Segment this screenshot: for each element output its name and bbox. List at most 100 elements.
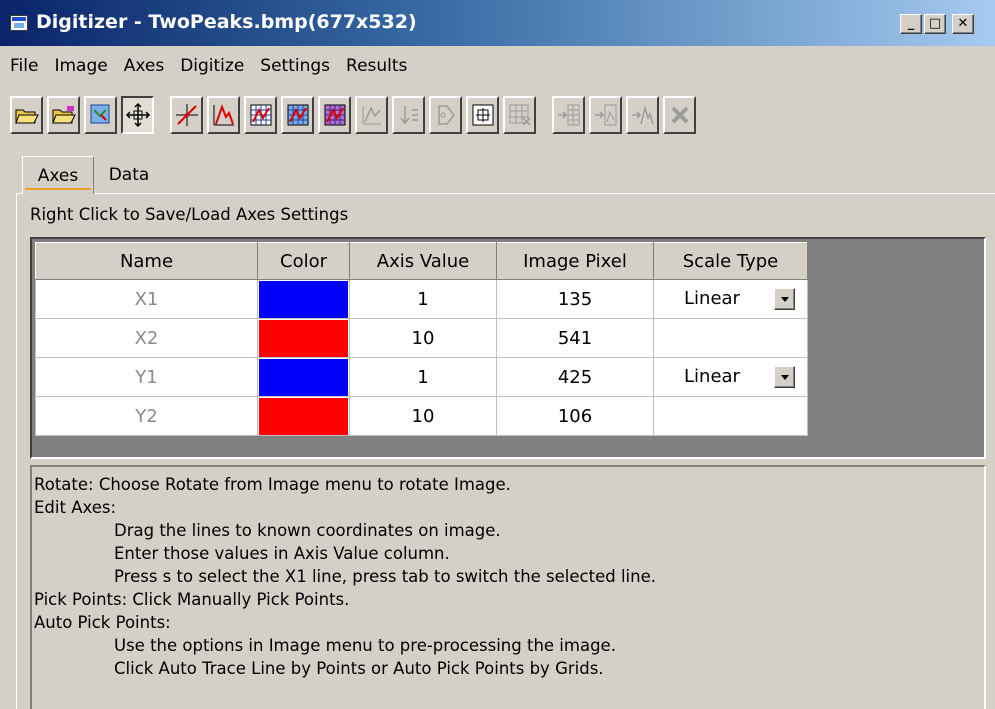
open-project-button[interactable] [47, 96, 80, 134]
instructions-panel: Rotate: Choose Rotate from Image menu to… [30, 465, 986, 709]
chevron-down-icon[interactable] [774, 288, 795, 310]
edit-axes-icon [125, 102, 150, 128]
axis-name-cell[interactable]: Y2 [35, 396, 258, 436]
curve-button[interactable] [355, 96, 388, 134]
color-swatch[interactable] [259, 319, 348, 357]
auto-pick-grid-icon [250, 104, 271, 126]
menu-digitize[interactable]: Digitize [172, 56, 252, 76]
curve-icon [362, 106, 381, 125]
pick-points-icon [175, 104, 198, 126]
table-grid-button[interactable] [503, 96, 536, 134]
scale-type-cell[interactable] [653, 318, 808, 358]
scale-type-cell[interactable] [653, 396, 808, 436]
axis-name-cell[interactable]: Y1 [35, 357, 258, 397]
instruction-line: Pick Points: Click Manually Pick Points. [34, 590, 350, 609]
edit-axes-button[interactable] [121, 96, 154, 134]
axis-name-cell[interactable]: X2 [35, 318, 258, 358]
title-bar[interactable]: Digitizer - TwoPeaks.bmp(677x532) _ □ ✕ [0, 0, 995, 46]
menu-settings[interactable]: Settings [252, 56, 338, 76]
axes-grid: Name Color Axis Value Image Pixel Scale … [35, 242, 808, 436]
menu-image[interactable]: Image [46, 56, 115, 76]
auto-trace-button[interactable] [207, 96, 240, 134]
scale-type-value: Linear [684, 288, 740, 309]
insert-peak-button[interactable] [626, 96, 659, 134]
scale-type-value: Linear [684, 366, 740, 387]
instruction-line: Click Auto Trace Line by Points or Auto … [114, 659, 604, 678]
app-icon [10, 15, 28, 31]
table-row: X1 1 135 Linear [35, 279, 808, 319]
color-swatch[interactable] [259, 358, 348, 396]
open-folder-magenta-icon [51, 106, 76, 124]
rotate-image-button[interactable] [84, 96, 117, 134]
zoom-fit-icon [472, 104, 493, 126]
maximize-button[interactable]: □ [924, 14, 946, 34]
axis-name-cell[interactable]: X1 [35, 279, 258, 319]
sort-button[interactable] [392, 96, 425, 134]
axis-color-cell[interactable] [257, 279, 350, 319]
table-row: X2 10 541 [35, 318, 808, 358]
manual-pick-points-button[interactable] [170, 96, 203, 134]
open-folder-icon [14, 109, 39, 124]
color-swatch[interactable] [259, 280, 348, 318]
image-pixel-cell[interactable]: 425 [496, 357, 654, 397]
instruction-line: Press s to select the X1 line, press tab… [114, 567, 656, 586]
insert-column-icon [557, 104, 579, 126]
grid-blue-button[interactable] [281, 96, 314, 134]
scale-type-cell[interactable]: Linear [653, 279, 808, 319]
column-header-color[interactable]: Color [257, 242, 350, 280]
zoom-fit-button[interactable] [466, 96, 499, 134]
instruction-line: Auto Pick Points: [34, 613, 171, 632]
axis-value-cell[interactable]: 10 [349, 396, 497, 436]
menu-file[interactable]: File [0, 56, 46, 76]
column-header-image-pixel[interactable]: Image Pixel [496, 242, 654, 280]
color-swatch[interactable] [259, 397, 348, 435]
table-grid-icon [509, 104, 531, 126]
axis-value-cell[interactable]: 1 [349, 279, 497, 319]
instruction-line: Edit Axes: [34, 498, 117, 517]
image-pixel-cell[interactable]: 135 [496, 279, 654, 319]
menu-results[interactable]: Results [338, 56, 415, 76]
tab-axes[interactable]: Axes [22, 156, 94, 194]
insert-chart-button[interactable] [589, 96, 622, 134]
auto-pick-grid-button[interactable] [244, 96, 277, 134]
open-image-button[interactable] [10, 96, 43, 134]
delete-button[interactable] [663, 96, 696, 134]
tab-data[interactable]: Data [96, 158, 162, 192]
auto-trace-icon [213, 104, 234, 126]
table-row: Y1 1 425 Linear [35, 357, 808, 397]
menu-axes[interactable]: Axes [116, 56, 172, 76]
axis-color-cell[interactable] [257, 318, 350, 358]
tag-button[interactable] [429, 96, 462, 134]
minimize-button[interactable]: _ [900, 14, 922, 34]
insert-peak-icon [631, 105, 654, 125]
toolbar [10, 96, 990, 140]
column-header-axis-value[interactable]: Axis Value [349, 242, 497, 280]
grid-purple-button[interactable] [318, 96, 351, 134]
window-title: Digitizer - TwoPeaks.bmp(677x532) [36, 11, 417, 33]
axis-value-cell[interactable]: 10 [349, 318, 497, 358]
insert-chart-icon [594, 104, 616, 126]
menu-bar: File Image Axes Digitize Settings Result… [0, 52, 995, 80]
axes-settings-hint: Right Click to Save/Load Axes Settings [30, 205, 349, 224]
instruction-line: Enter those values in Axis Value column. [114, 544, 450, 563]
axis-color-cell[interactable] [257, 357, 350, 397]
axis-color-cell[interactable] [257, 396, 350, 436]
instruction-line: Use the options in Image menu to pre-pro… [114, 636, 616, 655]
column-header-scale-type[interactable]: Scale Type [653, 242, 808, 280]
close-button[interactable]: ✕ [952, 14, 974, 34]
axis-value-cell[interactable]: 1 [349, 357, 497, 397]
scale-type-cell[interactable]: Linear [653, 357, 808, 397]
instruction-line: Drag the lines to known coordinates on i… [114, 521, 501, 540]
table-row: Y2 10 106 [35, 396, 808, 436]
image-pixel-cell[interactable]: 541 [496, 318, 654, 358]
instruction-line: Rotate: Choose Rotate from Image menu to… [34, 475, 511, 494]
sort-icon [399, 106, 418, 125]
delete-icon [671, 106, 688, 124]
insert-column-button[interactable] [552, 96, 585, 134]
digitizer-window: Digitizer - TwoPeaks.bmp(677x532) _ □ ✕ … [0, 0, 995, 709]
column-header-name[interactable]: Name [35, 242, 258, 280]
chevron-down-icon[interactable] [774, 366, 795, 388]
grid-blue-icon [287, 104, 308, 126]
image-pixel-cell[interactable]: 106 [496, 396, 654, 436]
grid-purple-icon [324, 104, 345, 126]
